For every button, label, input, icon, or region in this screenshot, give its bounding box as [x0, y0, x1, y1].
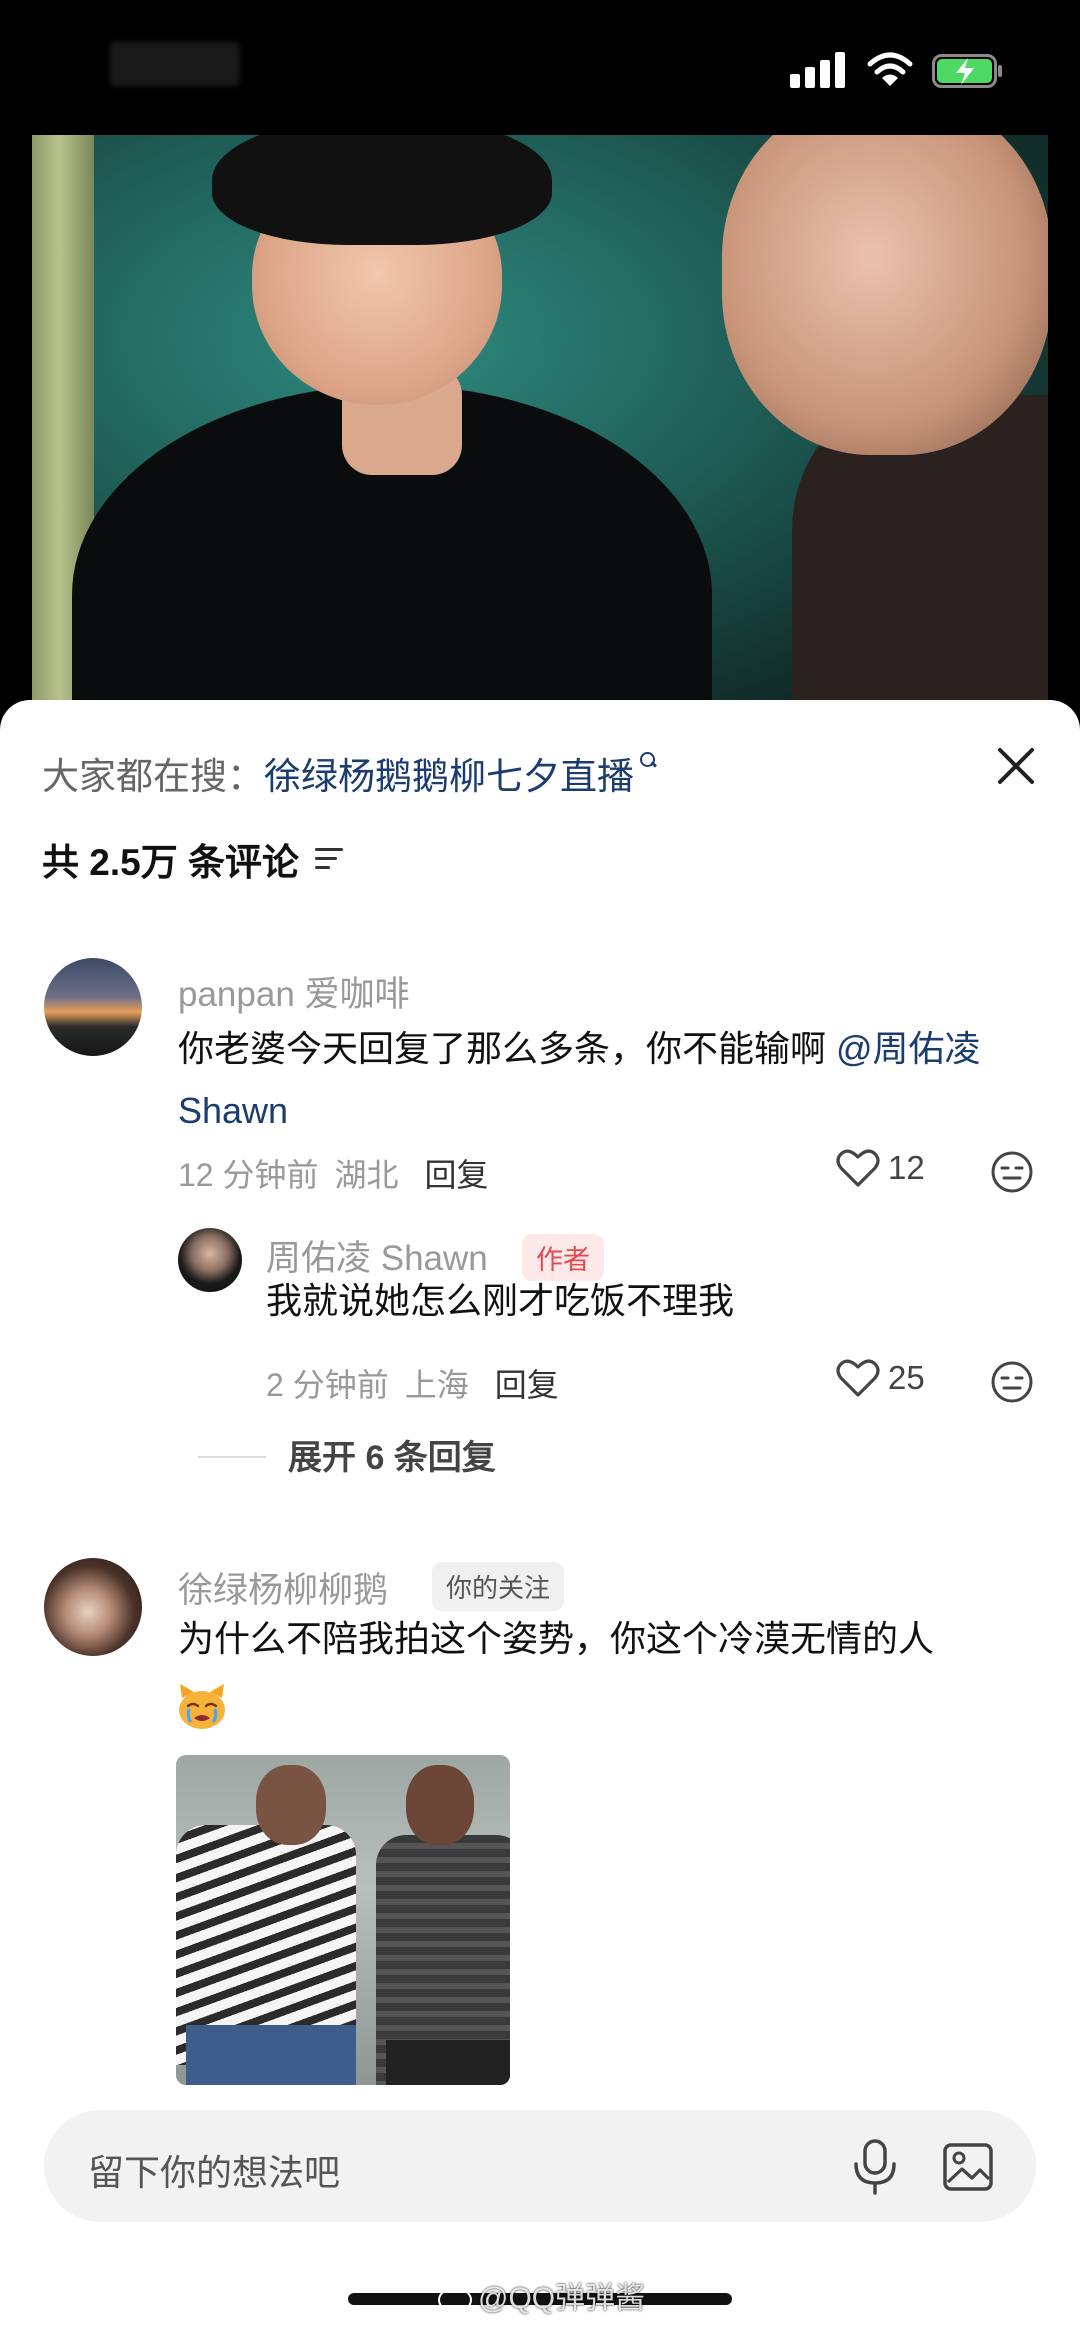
wifi-icon	[867, 52, 913, 86]
comment-text: 你老婆今天回复了那么多条，你不能输啊	[178, 1028, 837, 1069]
comment-input-placeholder: 留下你的想法吧	[88, 2152, 341, 2193]
photo-jeans-2	[386, 2040, 510, 2085]
reply-location: 上海	[404, 1367, 469, 1403]
comment-sheet: 大家都在搜：徐绿杨鹅鹅柳七夕直播 共 2.5万 条评论 panpan 爱咖啡 你…	[0, 700, 1080, 2337]
like-count: 12	[888, 1149, 925, 1186]
reply-content: 我就说她怎么刚才吃饭不理我	[266, 1280, 735, 1321]
video-person-right-face	[722, 135, 1048, 455]
emoji-reaction-icon[interactable]	[990, 1150, 1034, 1194]
video-person-left-hair	[212, 135, 552, 245]
watermark-text: @QQ弹弹酱	[478, 2282, 646, 2315]
reply-button[interactable]: 回复	[425, 1157, 489, 1193]
trending-search-prefix: 大家都在搜：	[42, 756, 264, 797]
reply-button[interactable]: 回复	[495, 1367, 559, 1403]
comment-meta: 12 分钟前 湖北 回复	[178, 1150, 489, 1196]
video-frame	[32, 135, 1048, 715]
close-icon[interactable]	[990, 740, 1042, 792]
crying-cat-emoji-icon	[179, 1684, 225, 1729]
comment-input[interactable]: 留下你的想法吧	[44, 2110, 1036, 2222]
like-count: 25	[888, 1359, 925, 1396]
avatar[interactable]	[44, 1558, 142, 1656]
like-button[interactable]: 25	[836, 1358, 925, 1398]
reply-meta: 2 分钟前 上海 回复	[266, 1360, 559, 1406]
video-player[interactable]	[0, 135, 1080, 715]
comment-username[interactable]: panpan 爱咖啡	[178, 966, 410, 1017]
trending-search[interactable]: 大家都在搜：徐绿杨鹅鹅柳七夕直播	[42, 746, 656, 800]
photo-person-1-head	[256, 1765, 326, 1845]
heart-icon	[836, 1149, 880, 1187]
trending-search-term[interactable]: 徐绿杨鹅鹅柳七夕直播	[264, 756, 634, 797]
signal-icon	[790, 52, 846, 88]
expand-divider	[198, 1456, 266, 1458]
emoji-reaction-icon[interactable]	[990, 1360, 1034, 1404]
expand-replies-button[interactable]: 展开 6 条回复	[288, 1430, 496, 1479]
comment-count-row: 共 2.5万 条评论	[42, 832, 345, 886]
status-bar	[0, 0, 1080, 135]
comment-time: 12 分钟前	[178, 1157, 319, 1193]
image-icon[interactable]	[942, 2142, 994, 2192]
like-button[interactable]: 12	[836, 1148, 925, 1188]
comment-location: 湖北	[334, 1157, 399, 1193]
battery-charging-icon	[932, 54, 1002, 88]
sort-icon[interactable]	[315, 845, 345, 873]
comment-content: 为什么不陪我拍这个姿势，你这个冷漠无情的人	[178, 1618, 935, 1659]
watermark: @QQ弹弹酱	[438, 2273, 645, 2317]
photo-jeans	[186, 2025, 356, 2085]
avatar[interactable]	[178, 1228, 242, 1292]
comment-username[interactable]: 徐绿杨柳柳鹅	[178, 1562, 388, 1613]
reply-time: 2 分钟前	[266, 1367, 389, 1403]
following-badge: 你的关注	[432, 1562, 565, 1611]
comment-image[interactable]	[176, 1755, 510, 2085]
heart-icon	[836, 1359, 880, 1397]
photo-person-2-head	[406, 1765, 474, 1845]
search-icon	[638, 746, 656, 768]
comment-count: 共 2.5万 条评论	[42, 842, 299, 883]
avatar[interactable]	[44, 958, 142, 1056]
microphone-icon[interactable]	[850, 2138, 900, 2196]
status-carrier-blur	[110, 42, 240, 86]
weibo-logo-icon	[438, 2287, 472, 2314]
comment-content: 你老婆今天回复了那么多条，你不能输啊 @周佑凌 Shawn	[178, 1018, 1038, 1142]
